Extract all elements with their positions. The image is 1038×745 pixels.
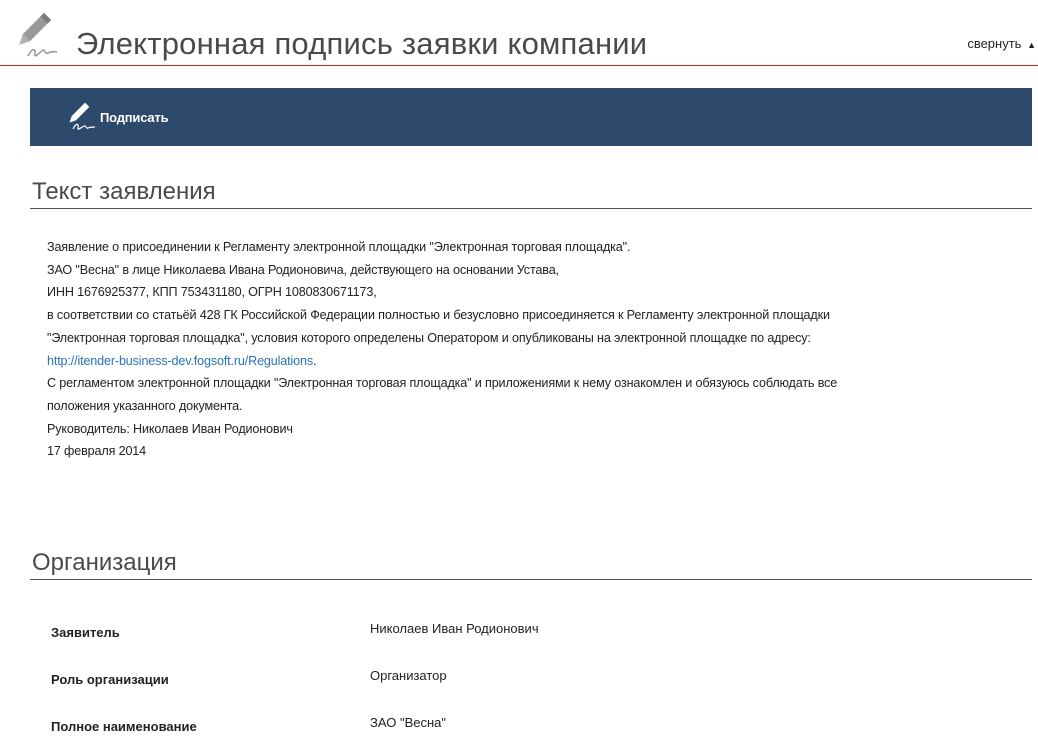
sign-button[interactable]: Подписать [64,100,169,134]
statement-line: положения указанного документа. [47,398,243,413]
org-value: Организатор [370,668,447,683]
org-row-role: Роль организации Организатор [51,668,1021,692]
statement-line: С регламентом электронной площадки "Элек… [47,376,838,391]
statement-date: 17 февраля 2014 [47,444,147,459]
statement-link-line: http://itender-business-dev.fogsoft.ru/R… [47,350,1027,373]
statement-line: в соответствии со статьёй 428 ГК Российс… [47,308,830,323]
collapse-arrow-icon[interactable]: ▲ [1027,40,1036,50]
statement-section-title: Текст заявления [30,176,1032,209]
org-label: Роль организации [51,672,169,687]
signature-pen-icon[interactable] [64,102,98,132]
org-value: Николаев Иван Родионович [370,621,539,636]
statement-line: Руководитель: Николаев Иван Родионович [47,421,293,436]
statement-text: Заявление о присоединении к Регламенту э… [47,236,1027,463]
org-label: Полное наименование [51,719,197,734]
page-title: Электронная подпись заявки компании [76,26,648,61]
action-toolbar: Подписать [30,88,1032,146]
statement-line: ЗАО "Весна" в лице Николаева Ивана Родио… [47,262,559,277]
statement-line: "Электронная торговая площадка", условия… [47,330,811,345]
org-label: Заявитель [51,625,120,640]
signature-pen-icon [19,12,58,57]
collapse-label[interactable]: свернуть [967,36,1021,51]
sign-button-label[interactable]: Подписать [100,110,169,125]
organization-section-title: Организация [30,547,1032,580]
org-row-applicant: Заявитель Николаев Иван Родионович [51,621,1021,645]
statement-line: ИНН 1676925377, КПП 753431180, ОГРН 1080… [47,285,377,300]
page-header: Электронная подпись заявки компании свер… [0,0,1038,66]
statement-line: Заявление о присоединении к Регламенту э… [47,240,631,254]
org-value: ЗАО "Весна" [370,715,447,730]
collapse-link[interactable]: свернуть ▲ [967,36,1036,51]
regulations-link[interactable]: http://itender-business-dev.fogsoft.ru/R… [47,354,313,368]
link-suffix: . [312,353,317,368]
org-row-full-name: Полное наименование ЗАО "Весна" [51,715,1021,739]
